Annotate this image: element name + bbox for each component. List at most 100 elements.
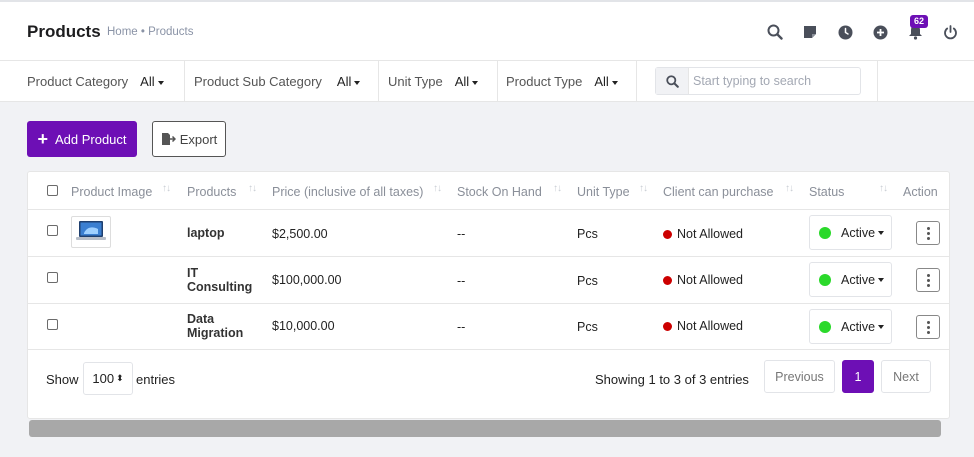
active-dot-icon <box>819 320 831 333</box>
unit-type: Pcs <box>577 320 598 334</box>
up-down-arrow-icon: ⬍ <box>116 373 124 383</box>
stock-on-hand: -- <box>457 320 466 334</box>
table-header: Product Image ↑↓ Products ↑↓ Price (incl… <box>28 172 949 210</box>
show-label: Show <box>46 372 79 387</box>
add-product-label: Add Product <box>54 131 127 147</box>
power-icon[interactable] <box>940 22 960 42</box>
active-dot-icon <box>819 226 831 239</box>
column-header[interactable]: Unit Type <box>577 185 630 199</box>
clock-icon[interactable] <box>835 22 855 42</box>
not-allowed-dot-icon <box>663 276 672 285</box>
filter-product-category-select[interactable]: All <box>140 74 164 89</box>
caret-down-icon <box>611 80 618 85</box>
column-header[interactable]: Client can purchase <box>663 185 773 199</box>
product-price: $100,000.00 <box>272 273 342 287</box>
client-can-purchase: Not Allowed <box>663 273 743 287</box>
add-product-button[interactable]: + Add Product <box>27 121 137 157</box>
previous-page-button[interactable]: Previous <box>764 360 835 393</box>
sort-icon[interactable]: ↑↓ <box>162 183 171 194</box>
filter-product-type: Product Type All <box>506 61 637 102</box>
product-name[interactable]: laptop <box>187 226 257 240</box>
sort-icon[interactable]: ↑↓ <box>639 183 648 194</box>
top-icons: 62 <box>750 15 960 42</box>
filter-unit-type-select[interactable]: All <box>455 74 479 89</box>
product-name[interactable]: IT Consulting <box>187 266 257 294</box>
sort-icon[interactable]: ↑↓ <box>879 183 888 194</box>
table-row: laptop $2,500.00 -- Pcs Not Allowed Acti… <box>28 210 949 257</box>
page-size-select[interactable]: 100 ⬍ <box>83 362 133 395</box>
top-bar: Products Home • Products 62 <box>0 0 974 61</box>
filter-label: Product Type <box>506 74 583 89</box>
sort-icon[interactable]: ↑↓ <box>248 183 257 194</box>
column-header[interactable]: Status <box>809 185 844 199</box>
row-actions-menu-button[interactable] <box>916 315 940 339</box>
status-dropdown[interactable]: Active <box>809 309 892 344</box>
table-row: IT Consulting $100,000.00 -- Pcs Not All… <box>28 257 949 304</box>
row-actions-menu-button[interactable] <box>916 221 940 245</box>
column-header[interactable]: Stock On Hand <box>457 185 542 199</box>
column-header[interactable]: Price (inclusive of all taxes) <box>272 185 423 199</box>
sort-icon[interactable]: ↑↓ <box>785 183 794 194</box>
notification-badge: 62 <box>910 15 929 28</box>
caret-down-icon <box>878 230 885 235</box>
caret-down-icon <box>354 80 361 85</box>
column-header: Action <box>903 185 938 199</box>
filter-label: Unit Type <box>388 74 443 89</box>
sticky-note-icon[interactable] <box>800 22 820 42</box>
row-actions-menu-button[interactable] <box>916 268 940 292</box>
horizontal-scrollbar[interactable] <box>29 420 941 437</box>
showing-info: Showing 1 to 3 of 3 entries <box>595 372 749 387</box>
add-circle-icon[interactable] <box>870 22 890 42</box>
caret-down-icon <box>157 80 164 85</box>
column-header[interactable]: Products <box>187 185 236 199</box>
product-price: $2,500.00 <box>272 227 328 241</box>
page-1-button[interactable]: 1 <box>842 360 874 393</box>
search-box <box>655 67 861 95</box>
client-can-purchase: Not Allowed <box>663 227 743 241</box>
row-checkbox[interactable] <box>47 225 58 236</box>
product-image[interactable] <box>71 216 111 248</box>
status-dropdown[interactable]: Active <box>809 215 892 250</box>
page-title: Products <box>27 22 101 41</box>
filter-product-sub-category: Product Sub Category All <box>194 61 379 102</box>
sort-icon[interactable]: ↑↓ <box>433 183 442 194</box>
sort-icon[interactable]: ↑↓ <box>553 183 562 194</box>
stock-on-hand: -- <box>457 227 466 241</box>
caret-down-icon <box>878 277 885 282</box>
search-icon <box>656 68 689 94</box>
filter-product-category: Product Category All <box>27 61 185 102</box>
next-page-button[interactable]: Next <box>881 360 931 393</box>
filter-product-type-select[interactable]: All <box>594 74 618 89</box>
row-checkbox[interactable] <box>47 272 58 283</box>
product-name[interactable]: Data Migration <box>187 312 257 340</box>
column-header[interactable]: Product Image <box>71 185 152 199</box>
export-button[interactable]: Export <box>152 121 226 157</box>
bell-icon[interactable]: 62 <box>905 15 929 42</box>
filter-label: Product Category <box>27 74 129 89</box>
select-all-checkbox[interactable] <box>47 185 58 196</box>
unit-type: Pcs <box>577 227 598 241</box>
search-input[interactable] <box>689 74 854 88</box>
caret-down-icon <box>472 80 479 85</box>
divider <box>877 61 878 102</box>
filter-label: Product Sub Category <box>194 74 322 89</box>
laptop-image <box>76 221 106 240</box>
product-price: $10,000.00 <box>272 319 335 333</box>
table-row: Data Migration $10,000.00 -- Pcs Not All… <box>28 304 949 350</box>
not-allowed-dot-icon <box>663 322 672 331</box>
stock-on-hand: -- <box>457 274 466 288</box>
status-dropdown[interactable]: Active <box>809 262 892 297</box>
entries-label: entries <box>136 372 176 387</box>
not-allowed-dot-icon <box>663 230 672 239</box>
export-label: Export <box>179 131 218 147</box>
filter-product-sub-category-select[interactable]: All <box>337 74 361 89</box>
caret-down-icon <box>878 324 885 329</box>
plus-icon: + <box>37 129 48 149</box>
breadcrumb[interactable]: Home • Products <box>107 26 193 38</box>
unit-type: Pcs <box>577 274 598 288</box>
client-can-purchase: Not Allowed <box>663 319 743 333</box>
filter-unit-type: Unit Type All <box>388 61 498 102</box>
row-checkbox[interactable] <box>47 319 58 330</box>
search-icon[interactable] <box>765 22 785 42</box>
export-icon <box>161 133 176 145</box>
